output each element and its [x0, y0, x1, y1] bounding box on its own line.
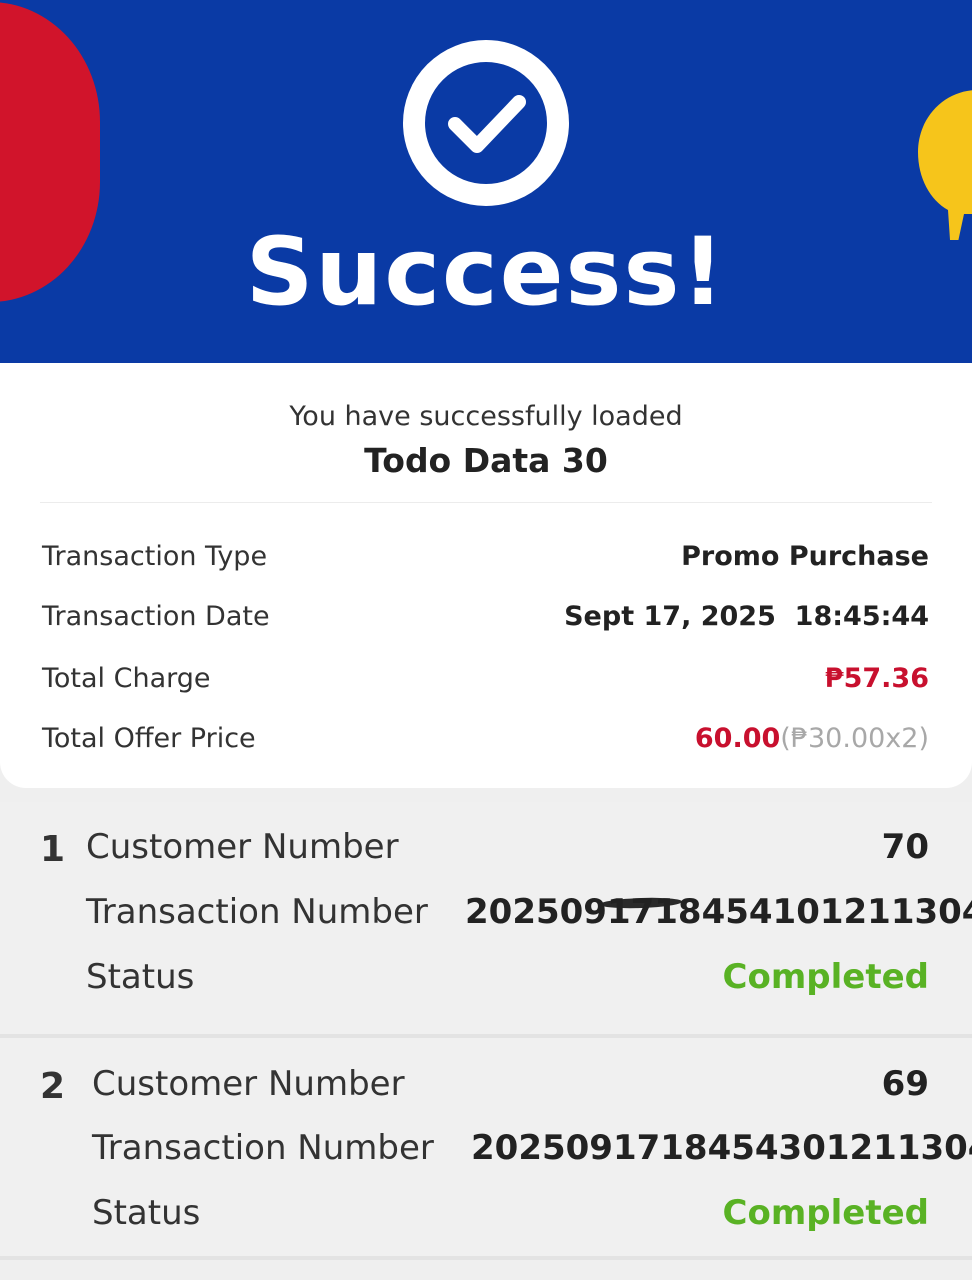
- status-label: Status: [92, 1193, 201, 1233]
- success-title: Success!: [245, 218, 727, 327]
- total-offer-price-label: Total Offer Price: [42, 723, 256, 754]
- product-name: Todo Data 30: [364, 441, 608, 480]
- transaction-number-label: Transaction Number: [86, 892, 428, 932]
- check-circle-icon: [403, 40, 569, 206]
- status-value: Completed: [722, 957, 929, 997]
- divider: [40, 502, 932, 503]
- total-offer-price-value: 60.00: [694, 723, 781, 754]
- total-charge-label: Total Charge: [42, 663, 211, 694]
- transaction-number-value: 2025091718454301211304133: [471, 1128, 972, 1168]
- status-value: Completed: [722, 1193, 929, 1233]
- summary-card: You have successfully loaded Todo Data 3…: [0, 363, 972, 788]
- transaction-number-label: Transaction Number: [92, 1128, 434, 1168]
- offer-price-breakdown: (₱30.00x2): [780, 723, 929, 754]
- customer-number-label: Customer Number: [92, 1064, 405, 1104]
- customer-number-value: 69: [881, 1064, 929, 1104]
- transaction-number-value: 202509171845410121130410​8: [465, 892, 972, 932]
- total-charge-row: Total Charge ₱57.36: [42, 659, 929, 699]
- customer-number-value: 70: [881, 827, 929, 867]
- total-offer-price-value-group: 60.00(₱30.00x2): [695, 719, 929, 759]
- transaction-type-row: Transaction Type Promo Purchase: [42, 537, 929, 577]
- transaction-date-row: Transaction Date Sept 17, 2025 18:45:44: [42, 597, 929, 637]
- success-banner: Success!: [0, 0, 972, 363]
- transaction-date-value: Sept 17, 2025 18:45:44: [564, 601, 929, 632]
- entry-index: 1: [40, 829, 66, 870]
- transaction-type-value: Promo Purchase: [681, 541, 929, 572]
- customer-number-label: Customer Number: [86, 827, 399, 867]
- status-label: Status: [86, 957, 195, 997]
- total-charge-value: ₱57.36: [824, 663, 929, 694]
- transaction-entry: 1 Customer Number 70 Transaction Number …: [0, 802, 972, 1038]
- success-message: You have successfully loaded: [289, 401, 683, 432]
- transaction-date-label: Transaction Date: [42, 601, 270, 632]
- transaction-entry: 2 Customer Number 69 Transaction Number …: [0, 1038, 972, 1260]
- total-offer-price-row: Total Offer Price 60.00(₱30.00x2): [42, 719, 929, 759]
- transaction-type-label: Transaction Type: [42, 541, 268, 572]
- entry-index: 2: [40, 1066, 66, 1107]
